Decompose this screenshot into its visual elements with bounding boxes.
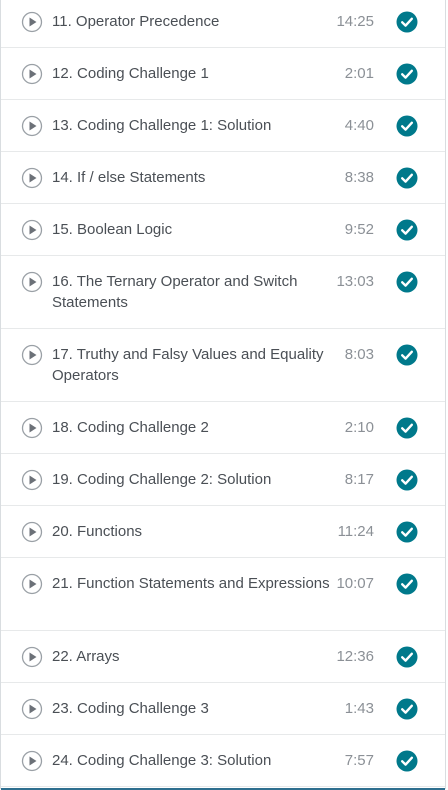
lecture-title: 13. Coding Challenge 1: Solution [52,117,272,134]
lecture-row-21[interactable]: 21. Function Statements and Expressions … [1,558,445,631]
check-circle-icon[interactable] [396,344,418,366]
play-circle-icon[interactable] [21,750,43,772]
lecture-title: 17. Truthy and Falsy Values and Equality… [52,346,324,384]
lecture-row-18[interactable]: 18. Coding Challenge 2 2:10 [1,402,445,454]
play-circle-icon[interactable] [21,11,43,33]
check-circle-icon[interactable] [396,750,418,772]
lecture-row-11[interactable]: 11. Operator Precedence 14:25 [1,0,445,48]
lecture-duration: 2:01 [344,65,374,82]
lecture-duration: 8:17 [344,471,374,488]
lecture-row-17[interactable]: 17. Truthy and Falsy Values and Equality… [1,329,445,402]
check-circle-icon[interactable] [396,115,418,137]
check-circle-icon[interactable] [396,219,418,241]
lecture-duration: 10:07 [336,575,374,592]
play-circle-icon[interactable] [21,469,43,491]
lecture-row-15[interactable]: 15. Boolean Logic 9:52 [1,204,445,256]
play-circle-icon[interactable] [21,344,43,366]
play-circle-icon[interactable] [21,115,43,137]
lecture-row-20[interactable]: 20. Functions 11:24 [1,506,445,558]
lecture-duration: 9:52 [344,221,374,238]
check-circle-icon[interactable] [396,469,418,491]
play-circle-icon[interactable] [21,521,43,543]
play-circle-icon[interactable] [21,167,43,189]
check-circle-icon[interactable] [396,167,418,189]
play-circle-icon[interactable] [21,271,43,293]
lecture-title: 23. Coding Challenge 3 [52,700,209,717]
lecture-title: 14. If / else Statements [52,169,206,186]
lecture-title: 24. Coding Challenge 3: Solution [52,752,272,769]
play-circle-icon[interactable] [21,219,43,241]
check-circle-icon[interactable] [396,63,418,85]
lecture-title: 11. Operator Precedence [52,13,220,30]
play-circle-icon[interactable] [21,573,43,595]
lecture-row-23[interactable]: 23. Coding Challenge 3 1:43 [1,683,445,735]
lecture-row-19[interactable]: 19. Coding Challenge 2: Solution 8:17 [1,454,445,506]
lecture-title: 18. Coding Challenge 2 [52,419,209,436]
play-circle-icon[interactable] [21,646,43,668]
lecture-title: 22. Arrays [52,648,120,665]
check-circle-icon[interactable] [396,573,418,595]
lecture-duration: 1:43 [344,700,374,717]
lecture-row-16[interactable]: 16. The Ternary Operator and Switch Stat… [1,256,445,329]
lecture-duration: 12:36 [336,648,374,665]
lecture-duration: 4:40 [344,117,374,134]
lecture-duration: 11:24 [337,523,374,540]
lecture-duration: 14:25 [336,13,374,30]
lecture-title: 20. Functions [52,523,143,540]
lecture-title: 12. Coding Challenge 1 [52,65,209,82]
play-circle-icon[interactable] [21,698,43,720]
lecture-row-22[interactable]: 22. Arrays 12:36 [1,631,445,683]
play-circle-icon[interactable] [21,63,43,85]
check-circle-icon[interactable] [396,698,418,720]
lecture-duration: 13:03 [336,273,374,290]
check-circle-icon[interactable] [396,271,418,293]
lecture-title: 19. Coding Challenge 2: Solution [52,471,272,488]
check-circle-icon[interactable] [396,11,418,33]
lecture-title: 15. Boolean Logic [52,221,173,238]
lecture-duration: 7:57 [344,752,374,769]
lecture-row-12[interactable]: 12. Coding Challenge 1 2:01 [1,48,445,100]
lecture-list: 11. Operator Precedence 14:25 12. Coding… [0,0,446,790]
lecture-row-13[interactable]: 13. Coding Challenge 1: Solution 4:40 [1,100,445,152]
lecture-duration: 8:38 [344,169,374,186]
lecture-row-24[interactable]: 24. Coding Challenge 3: Solution 7:57 [1,735,445,787]
lecture-title: 21. Function Statements and Expressions [52,575,330,592]
lecture-row-14[interactable]: 14. If / else Statements 8:38 [1,152,445,204]
check-circle-icon[interactable] [396,521,418,543]
check-circle-icon[interactable] [396,646,418,668]
lecture-title: 16. The Ternary Operator and Switch Stat… [52,273,298,311]
play-circle-icon[interactable] [21,417,43,439]
check-circle-icon[interactable] [396,417,418,439]
lecture-duration: 8:03 [344,346,374,363]
lecture-duration: 2:10 [344,419,374,436]
